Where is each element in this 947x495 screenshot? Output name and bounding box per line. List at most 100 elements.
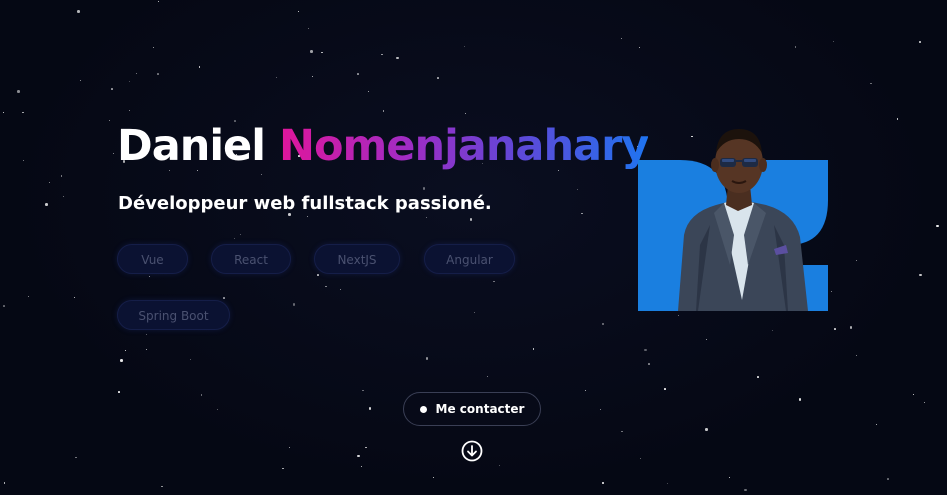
star (157, 73, 159, 75)
star (282, 467, 284, 470)
star (437, 77, 439, 79)
star (63, 196, 64, 198)
star (135, 72, 138, 75)
star (128, 110, 130, 112)
star (834, 328, 836, 330)
star (3, 112, 5, 114)
star (17, 90, 20, 93)
star (706, 338, 708, 340)
star (325, 285, 327, 288)
star (161, 485, 163, 488)
star (771, 329, 774, 332)
contact-button[interactable]: Me contacter (403, 392, 541, 426)
star (22, 159, 24, 161)
star (223, 297, 225, 299)
star (382, 110, 385, 112)
first-name: Daniel (117, 121, 266, 171)
hero-name: Daniel Nomenjanahary (117, 118, 649, 174)
star (464, 45, 466, 47)
star (794, 46, 797, 48)
last-name: Nomenjanahary (278, 121, 649, 171)
star (870, 82, 872, 85)
star (493, 280, 495, 283)
portrait-illustration (638, 129, 828, 311)
star (621, 37, 623, 39)
skill-chip[interactable]: Angular (424, 244, 515, 274)
star (157, 1, 159, 3)
dot-icon (419, 405, 427, 413)
arrow-down-circle-icon[interactable] (461, 440, 483, 462)
star (798, 398, 802, 401)
star (365, 446, 367, 449)
star (260, 173, 262, 175)
star (705, 428, 708, 431)
star (757, 376, 759, 378)
star (639, 46, 641, 48)
star (664, 388, 666, 390)
star (60, 175, 63, 177)
star (887, 478, 889, 480)
star (396, 56, 399, 60)
star (912, 393, 915, 396)
star (644, 348, 647, 352)
skill-chip[interactable]: React (211, 244, 291, 274)
star (200, 394, 203, 396)
star (368, 407, 372, 410)
star (576, 189, 578, 191)
star (832, 40, 835, 43)
star (639, 458, 641, 460)
star (856, 355, 858, 357)
star (469, 218, 473, 221)
star (896, 118, 899, 120)
star (581, 212, 583, 215)
contact-button-label: Me contacter (435, 402, 525, 416)
star (145, 348, 148, 351)
skill-chip[interactable]: Vue (117, 244, 188, 274)
star (600, 408, 602, 410)
star (113, 153, 115, 155)
star (919, 273, 922, 277)
star (45, 203, 48, 206)
star (190, 358, 192, 360)
star (109, 120, 111, 122)
star (124, 349, 126, 351)
hero-section: Daniel Nomenjanahary Développeur web ful… (0, 0, 947, 495)
star (621, 430, 623, 433)
star (120, 359, 123, 362)
star (118, 391, 120, 393)
star (77, 10, 80, 13)
profile-photo (638, 125, 828, 311)
star (22, 111, 24, 114)
star (433, 476, 435, 478)
star (830, 290, 833, 293)
star (74, 297, 76, 299)
star (361, 466, 363, 468)
star (3, 305, 5, 307)
star (465, 113, 467, 115)
star (307, 216, 309, 218)
star (425, 216, 427, 218)
star (111, 88, 113, 90)
star (728, 477, 730, 479)
star (918, 40, 922, 44)
star (275, 76, 277, 78)
star (425, 357, 429, 360)
star (422, 187, 426, 190)
star (648, 363, 650, 365)
star (339, 288, 342, 291)
star (532, 348, 535, 350)
star (27, 295, 30, 298)
star (321, 51, 323, 54)
star (585, 389, 587, 391)
star (362, 389, 364, 392)
star (80, 80, 82, 82)
star (317, 274, 319, 276)
star (487, 376, 489, 378)
star (856, 260, 858, 262)
star (357, 73, 359, 75)
star (601, 481, 605, 485)
skill-chip[interactable]: NextJS (314, 244, 400, 274)
star (198, 66, 201, 68)
star (875, 424, 877, 426)
skill-chip[interactable]: Spring Boot (117, 300, 230, 330)
